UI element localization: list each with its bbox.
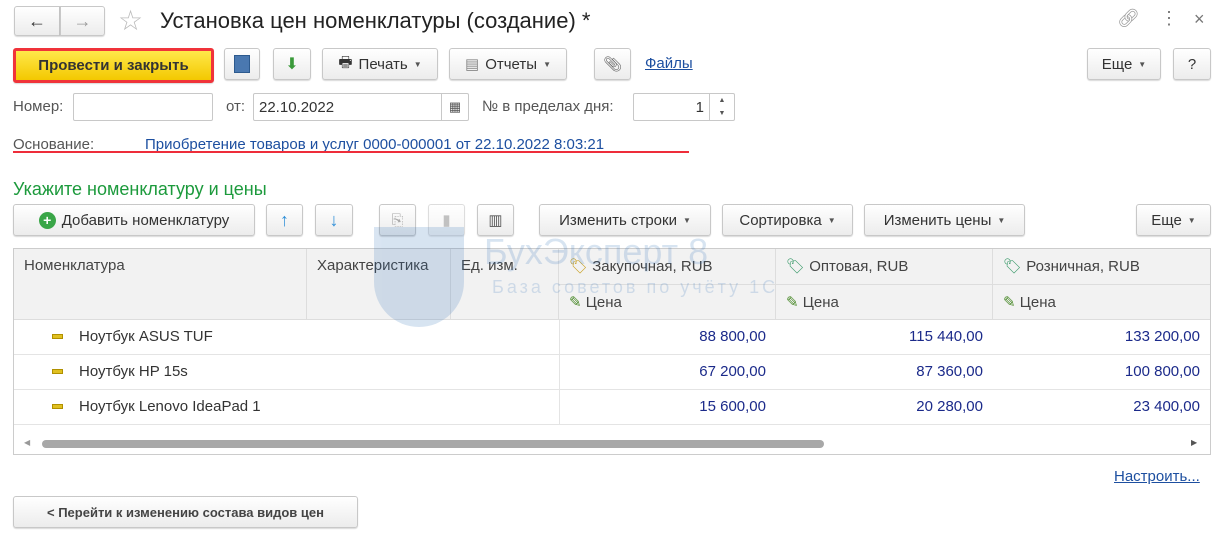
- item-icon: [52, 334, 63, 339]
- more-menu-icon[interactable]: ⋮: [1160, 8, 1178, 29]
- item-icon: [52, 369, 63, 374]
- post-button[interactable]: ⬇: [273, 48, 311, 80]
- table-row[interactable]: Ноутбук Lenovo IdeaPad 1 15 600,00 20 28…: [14, 390, 1210, 425]
- date-label: от:: [226, 98, 246, 115]
- customize-link[interactable]: Настроить...: [1114, 468, 1200, 485]
- price-tag-icon: 🏷︎: [569, 258, 593, 275]
- floppy-icon: [234, 55, 250, 73]
- plus-circle-icon: +: [38, 211, 56, 229]
- change-prices-button[interactable]: Изменить цены ▼: [864, 204, 1025, 236]
- arrow-right-icon: →: [73, 10, 92, 31]
- section-title: Укажите номенклатуру и цены: [13, 179, 267, 199]
- back-button[interactable]: ←: [14, 6, 60, 36]
- help-button[interactable]: ?: [1173, 48, 1211, 80]
- col-subheader-retail-price[interactable]: ✎ Цена: [993, 285, 1210, 320]
- red-underline: [13, 151, 689, 153]
- attach-button[interactable]: 📎︎: [594, 48, 631, 80]
- day-number-stepper[interactable]: ▲ ▼: [709, 94, 734, 120]
- col-header-unit[interactable]: Ед. изм.: [451, 249, 559, 320]
- reports-icon: ▤: [465, 56, 480, 73]
- paperclip-icon: 📎︎: [602, 56, 623, 73]
- price-tag-icon: 🏷︎: [1003, 258, 1027, 275]
- col-header-purchase[interactable]: 🏷︎ Закупочная, RUB: [559, 249, 776, 285]
- forward-button[interactable]: →: [60, 6, 105, 36]
- page-title: Установка цен номенклатуры (создание) *: [160, 8, 591, 33]
- close-icon[interactable]: ×: [1194, 9, 1205, 30]
- number-label: Номер:: [13, 98, 64, 115]
- col-header-wholesale[interactable]: 🏷︎ Оптовая, RUB: [776, 249, 993, 285]
- link-icon[interactable]: 🔗︎: [1117, 8, 1140, 29]
- number-input[interactable]: [73, 93, 213, 121]
- save-button[interactable]: [224, 48, 260, 80]
- barcode-icon: ▥: [488, 212, 503, 229]
- scroll-left-icon[interactable]: ◀: [24, 438, 30, 447]
- col-header-retail[interactable]: 🏷︎ Розничная, RUB: [993, 249, 1210, 285]
- col-subheader-purchase-price[interactable]: ✎ Цена: [559, 285, 776, 320]
- scroll-right-icon[interactable]: ▶: [1191, 438, 1197, 447]
- print-button[interactable]: 🖶 Печать ▼: [322, 48, 438, 80]
- col-header-item[interactable]: Номенклатура: [14, 249, 307, 320]
- files-link[interactable]: Файлы: [645, 55, 693, 72]
- item-icon: [52, 404, 63, 409]
- more-button[interactable]: Еще ▼: [1087, 48, 1161, 80]
- change-price-types-button[interactable]: < Перейти к изменению состава видов цен: [13, 496, 358, 528]
- printer-icon: 🖶: [338, 53, 353, 71]
- paste-icon: ▮: [442, 212, 451, 229]
- paste-button[interactable]: ▮: [428, 204, 465, 236]
- table-row[interactable]: Ноутбук HP 15s 67 200,00 87 360,00 100 8…: [14, 355, 1210, 390]
- table-more-button[interactable]: Еще ▼: [1136, 204, 1211, 236]
- col-header-characteristic[interactable]: Характеристика: [307, 249, 451, 320]
- date-input[interactable]: 22.10.2022: [253, 93, 469, 121]
- copy-icon: ⎘: [391, 211, 404, 229]
- move-down-button[interactable]: ↓: [315, 204, 353, 236]
- barcode-search-button[interactable]: ▥: [477, 204, 514, 236]
- star-icon[interactable]: ☆: [118, 4, 143, 37]
- arrow-up-icon: ↑: [280, 209, 289, 230]
- arrow-down-icon: ↓: [329, 209, 339, 230]
- copy-button[interactable]: ⎘: [379, 204, 416, 236]
- price-tag-icon: 🏷︎: [786, 258, 810, 275]
- change-rows-button[interactable]: Изменить строки ▼: [539, 204, 711, 236]
- reports-button[interactable]: ▤ Отчеты ▼: [449, 48, 567, 80]
- sort-button[interactable]: Сортировка ▼: [722, 204, 853, 236]
- post-document-icon: ⬇: [285, 56, 299, 73]
- calendar-icon[interactable]: ▦: [441, 94, 468, 120]
- day-number-label: № в пределах дня:: [482, 98, 614, 115]
- pencil-icon: ✎: [786, 294, 803, 311]
- arrow-left-icon: ←: [28, 10, 46, 31]
- add-item-button[interactable]: + Добавить номенклатуру: [13, 204, 255, 236]
- prices-table: Номенклатура Характеристика Ед. изм. 🏷︎ …: [13, 227, 1211, 455]
- horizontal-scrollbar[interactable]: [42, 440, 824, 448]
- post-and-close-button[interactable]: Провести и закрыть: [13, 48, 214, 83]
- pencil-icon: ✎: [569, 294, 586, 311]
- col-subheader-wholesale-price[interactable]: ✎ Цена: [776, 285, 993, 320]
- table-row[interactable]: Ноутбук ASUS TUF 88 800,00 115 440,00 13…: [14, 320, 1210, 355]
- pencil-icon: ✎: [1003, 294, 1020, 311]
- move-up-button[interactable]: ↑: [266, 204, 303, 236]
